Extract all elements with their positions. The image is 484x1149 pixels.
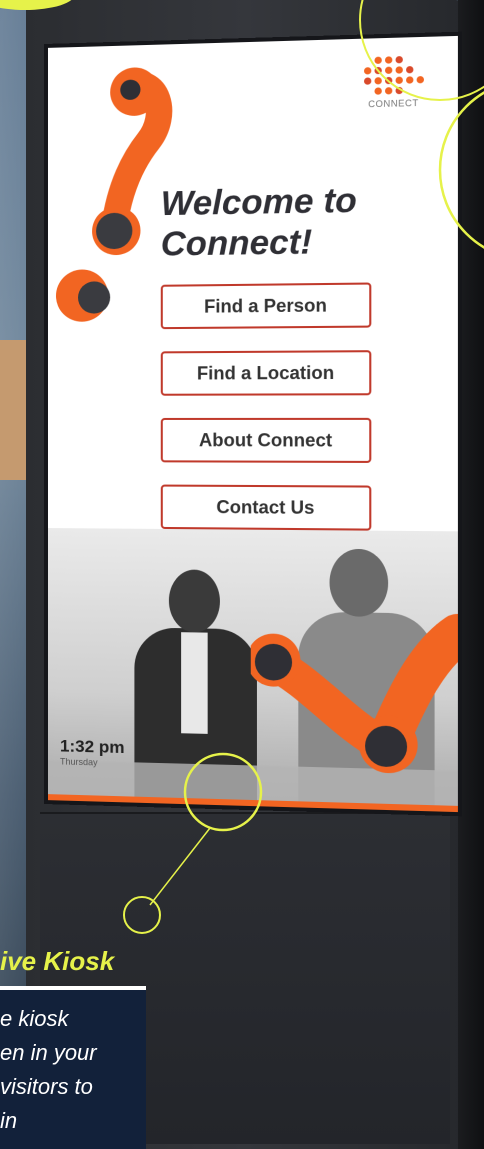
caption-box: e kiosk en in your visitors to in <box>0 990 146 1149</box>
caption-line-4: in <box>0 1108 18 1133</box>
caption-line-3: visitors to <box>0 1074 93 1099</box>
clock-day: Thursday <box>59 756 98 768</box>
about-connect-button[interactable]: About Connect <box>160 417 372 463</box>
caption-line-1: e kiosk <box>0 1006 69 1031</box>
caption-title: ive Kiosk <box>0 946 115 976</box>
contact-us-button[interactable]: Contact Us <box>160 484 372 531</box>
find-location-button[interactable]: Find a Location <box>160 350 372 396</box>
kiosk-menu: Find a Person Find a Location About Conn… <box>160 282 372 553</box>
welcome-title: Welcome to Connect! <box>161 179 431 265</box>
orange-molecule-bottom-decoration <box>250 570 458 779</box>
welcome-title-line1: Welcome to <box>160 181 357 224</box>
kiosk-screen: CONNECT Welcome to Connect! Find a Perso… <box>44 31 463 817</box>
caption-text: e kiosk en in your visitors to in <box>0 1002 146 1138</box>
find-person-button[interactable]: Find a Person <box>160 282 372 330</box>
welcome-title-line2: Connect! <box>160 222 313 264</box>
logo-text: CONNECT <box>368 97 419 110</box>
logo-mark-icon <box>357 55 431 95</box>
clock-time: 1:32 pm <box>59 736 125 758</box>
caption-line-2: en in your <box>0 1040 97 1065</box>
connect-logo: CONNECT <box>357 55 431 109</box>
